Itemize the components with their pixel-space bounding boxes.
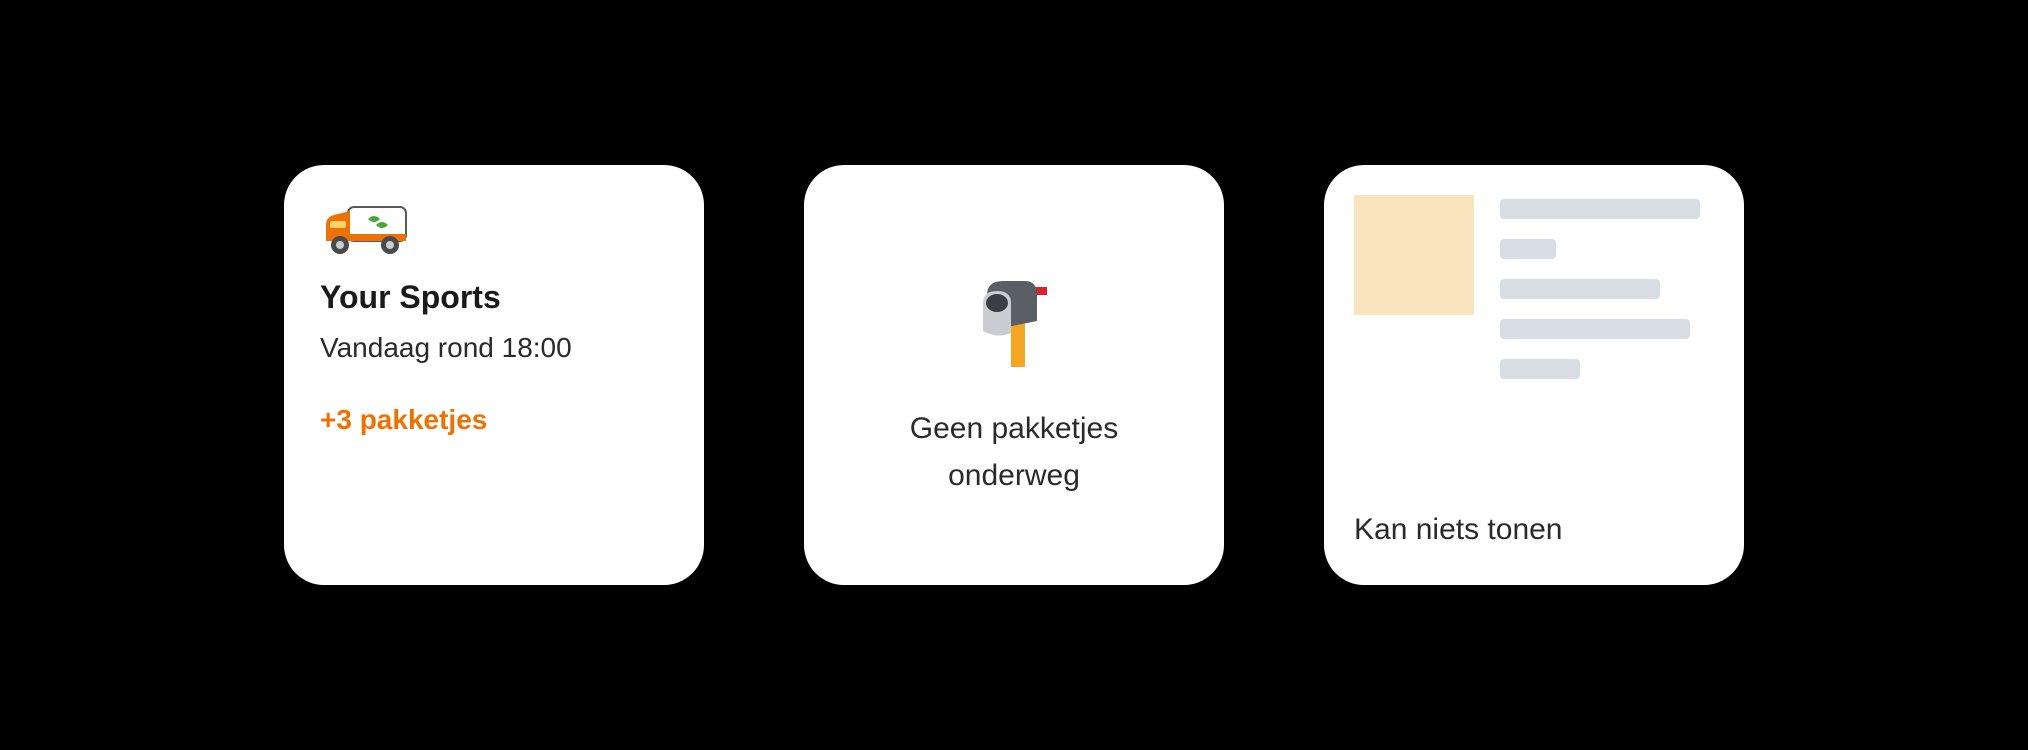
cannot-show-text: Kan niets tonen xyxy=(1354,513,1714,555)
cannot-show-card[interactable]: Kan niets tonen xyxy=(1324,165,1744,585)
skeleton-text-lines xyxy=(1500,195,1700,379)
no-packages-line-1: Geen pakketjes xyxy=(910,412,1118,445)
mailbox-icon xyxy=(969,275,1059,370)
no-packages-line-2: onderweg xyxy=(948,459,1080,492)
no-packages-card[interactable]: Geen pakketjes onderweg xyxy=(804,165,1224,585)
skeleton-line xyxy=(1500,199,1700,219)
delivery-van-icon xyxy=(320,201,410,257)
skeleton-placeholder xyxy=(1354,195,1714,379)
no-packages-text: Geen pakketjes onderweg xyxy=(910,406,1118,499)
package-delivery-card[interactable]: Your Sports Vandaag rond 18:00 +3 pakket… xyxy=(284,165,704,585)
more-packages-link[interactable]: +3 pakketjes xyxy=(320,404,668,436)
skeleton-line xyxy=(1500,319,1690,339)
skeleton-line xyxy=(1500,359,1580,379)
skeleton-image-placeholder xyxy=(1354,195,1474,315)
skeleton-line xyxy=(1500,279,1660,299)
delivery-time: Vandaag rond 18:00 xyxy=(320,332,668,364)
sender-name: Your Sports xyxy=(320,279,668,316)
skeleton-line xyxy=(1500,239,1556,259)
